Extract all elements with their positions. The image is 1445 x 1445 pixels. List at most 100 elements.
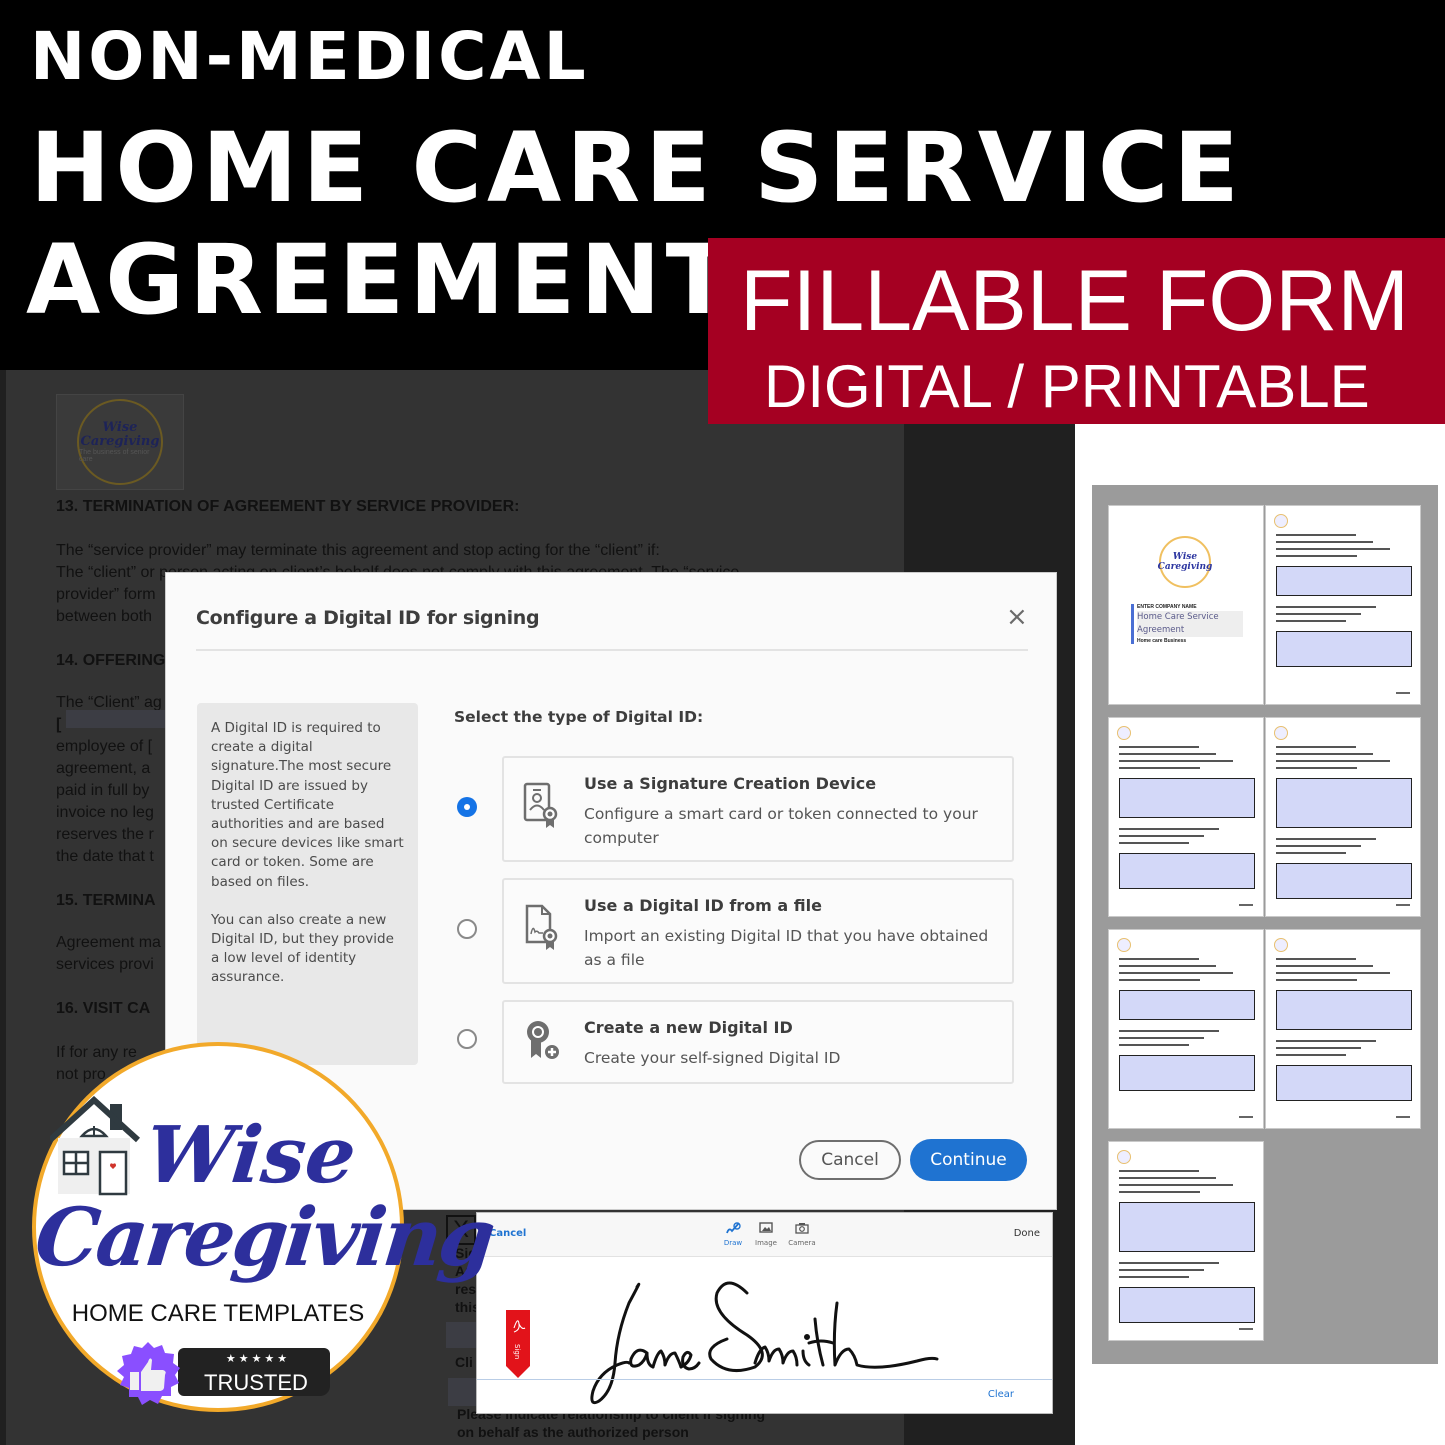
- thumb-form-block: [1119, 1287, 1255, 1323]
- click-label: Cli: [455, 1354, 473, 1370]
- thumb-logo: [1274, 514, 1288, 528]
- thumb-text-line: [1276, 1047, 1361, 1049]
- cover-title-line-2: Agreement: [1137, 625, 1185, 635]
- document-line: services provi: [56, 956, 154, 973]
- document-line: The “service provider” may terminate thi…: [56, 542, 660, 559]
- thumb-text-line: [1119, 1276, 1189, 1278]
- flag-label: Sign: [513, 1344, 521, 1359]
- thumb-text-line: [1119, 979, 1200, 981]
- thumb-text-line: [1119, 767, 1200, 769]
- thumb-text-line: [1119, 1170, 1199, 1172]
- thumb-text-line: [1276, 979, 1357, 981]
- radio-signature-device[interactable]: [457, 797, 477, 817]
- cover-title: Home Care Service Agreement: [1137, 611, 1243, 637]
- document-line: 15. TERMINA: [56, 892, 156, 909]
- thumbnail-page-2[interactable]: [1265, 505, 1421, 705]
- radio-new-id[interactable]: [457, 1029, 477, 1049]
- tab-camera[interactable]: Camera: [782, 1220, 822, 1247]
- option-title: Use a Signature Creation Device: [584, 774, 877, 793]
- document-line: 13. TERMINATION OF AGREEMENT BY SERVICE …: [56, 498, 520, 515]
- thumb-text-line: [1276, 852, 1346, 854]
- thumb-text-line: [1276, 972, 1390, 974]
- signature-baseline: [477, 1379, 1052, 1380]
- thumb-text-line: [1119, 835, 1204, 837]
- thumb-text-line: [1276, 965, 1373, 967]
- thumb-logo: [1274, 726, 1288, 740]
- thumb-form-block: [1119, 990, 1255, 1020]
- thumb-text-line: [1119, 1037, 1204, 1039]
- option-file-id[interactable]: Use a Digital ID from a file Import an e…: [502, 878, 1014, 984]
- document-line: between both: [56, 608, 153, 625]
- thumb-text-line: [1276, 620, 1346, 622]
- thumbnail-page-6[interactable]: [1265, 929, 1421, 1129]
- tag-sub: DIGITAL / PRINTABLE: [764, 353, 1370, 420]
- tab-label: Image: [755, 1239, 777, 1247]
- document-line: employee of [: [56, 738, 153, 755]
- thumb-text-line: [1276, 1054, 1346, 1056]
- thumb-form-block: [1276, 631, 1412, 667]
- logo-brand-line-2: Caregiving: [80, 434, 160, 449]
- thumb-form-block: [1276, 863, 1412, 899]
- option-description: Create your self-signed Digital ID: [584, 1049, 841, 1067]
- thumb-form-block: [1276, 990, 1412, 1030]
- logo-tagline: The business of senior care: [79, 449, 150, 463]
- option-description: Import an existing Digital ID that you h…: [584, 927, 989, 969]
- close-icon[interactable]: ×: [1006, 603, 1028, 631]
- document-line: provider” form: [56, 586, 156, 603]
- thumb-logo: [1274, 938, 1288, 952]
- tag-main: FILLABLE FORM: [739, 253, 1410, 349]
- thumb-form-block: [1276, 778, 1412, 828]
- document-line: [: [56, 716, 62, 733]
- thumb-page-number: [1396, 1116, 1410, 1118]
- thumb-text-line: [1276, 541, 1373, 543]
- thumbnail-page-5[interactable]: [1108, 929, 1264, 1129]
- trusted-label: TRUSTED: [204, 1370, 308, 1395]
- radio-file-id[interactable]: [457, 919, 477, 939]
- cover-title-line-1: Home Care Service: [1137, 612, 1219, 622]
- thumb-form-block: [1276, 1065, 1412, 1101]
- signature-done-button[interactable]: Done: [1014, 1228, 1040, 1239]
- cover-title-block: ENTER COMPANY NAME Home Care Service Agr…: [1131, 604, 1243, 644]
- relationship-line-2: on behalf as the authorized person: [457, 1424, 689, 1440]
- document-line: reserves the r: [56, 826, 154, 843]
- thumb-text-line: [1119, 828, 1219, 830]
- tab-image[interactable]: Image: [746, 1220, 786, 1247]
- cover-company-placeholder: ENTER COMPANY NAME: [1137, 604, 1197, 610]
- thumb-form-block: [1119, 1202, 1255, 1252]
- thumb-page-number: [1239, 904, 1253, 906]
- signature-cancel-button[interactable]: Cancel: [489, 1228, 526, 1239]
- camera-icon: [782, 1220, 822, 1236]
- thumb-text-line: [1119, 1191, 1200, 1193]
- tab-label: Camera: [788, 1239, 816, 1247]
- dialog-title: Configure a Digital ID for signing: [196, 607, 540, 629]
- document-line: Agreement ma: [56, 934, 161, 951]
- thumbnail-page-1[interactable]: Wise Caregiving ENTER COMPANY NAME Home …: [1108, 505, 1264, 705]
- thumb-page-number: [1396, 692, 1410, 694]
- thumb-text-line: [1276, 838, 1376, 840]
- cancel-button[interactable]: Cancel: [799, 1140, 901, 1180]
- signature-drawing[interactable]: [577, 1273, 957, 1413]
- thumb-text-line: [1276, 845, 1361, 847]
- option-new-id[interactable]: Create a new Digital ID Create your self…: [502, 1000, 1014, 1084]
- thumbs-up-icon: [114, 1340, 182, 1408]
- thumbnail-page-4[interactable]: [1265, 717, 1421, 917]
- option-signature-device[interactable]: Use a Signature Creation Device Configur…: [502, 756, 1014, 862]
- thumb-text-line: [1276, 555, 1357, 557]
- thumb-text-line: [1276, 548, 1390, 550]
- sign-here-flag: Sign: [506, 1310, 530, 1378]
- image-icon: [746, 1220, 786, 1236]
- signature-clear-button[interactable]: Clear: [988, 1389, 1014, 1400]
- thumb-text-line: [1119, 753, 1216, 755]
- document-line: the date that t: [56, 848, 154, 865]
- thumb-text-line: [1276, 613, 1361, 615]
- thumb-text-line: [1119, 1184, 1233, 1186]
- document-line: invoice no leg: [56, 804, 154, 821]
- thumb-text-line: [1276, 958, 1356, 960]
- info-panel: A Digital ID is required to create a dig…: [197, 703, 418, 1065]
- thumbnail-page-7[interactable]: [1108, 1141, 1264, 1341]
- badge-brand-line-2: Caregiving: [31, 1190, 497, 1284]
- page-thumbnails: Wise Caregiving ENTER COMPANY NAME Home …: [1092, 485, 1438, 1364]
- continue-button[interactable]: Continue: [910, 1139, 1027, 1181]
- document-line: paid in full by: [56, 782, 150, 799]
- thumbnail-page-3[interactable]: [1108, 717, 1264, 917]
